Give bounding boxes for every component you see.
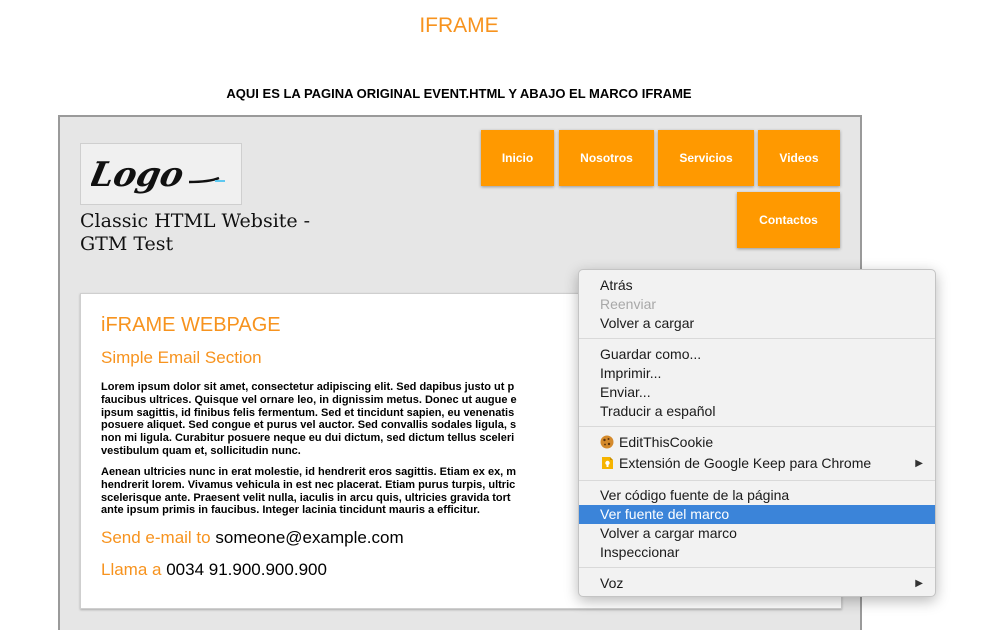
menu-item-print[interactable]: Imprimir...: [579, 364, 935, 383]
context-menu: Atrás Reenviar Volver a cargar Guardar c…: [578, 269, 936, 597]
menu-item-translate[interactable]: Traducir a español: [579, 402, 935, 421]
menu-separator: [579, 480, 935, 481]
card-subtitle: Simple Email Section: [101, 348, 262, 367]
menu-item-reload-frame[interactable]: Volver a cargar marco: [579, 524, 935, 543]
email-line: Send e-mail to someone@example.com: [101, 528, 404, 548]
menu-item-label: EditThisCookie: [619, 434, 714, 450]
menu-item-view-frame-source[interactable]: Ver fuente del marco: [579, 505, 935, 524]
menu-item-label: Voz: [600, 575, 624, 591]
menu-item-back[interactable]: Atrás: [579, 276, 935, 295]
logo-image: Logo: [91, 155, 225, 195]
nav-inicio-button[interactable]: Inicio: [481, 130, 554, 186]
site-title: Classic HTML Website - GTM Test: [80, 210, 311, 255]
phone-line: Llama a 0034 91.900.900.900: [101, 560, 327, 580]
submenu-arrow-icon: ▶: [915, 458, 923, 469]
nav-servicios-button[interactable]: Servicios: [658, 130, 754, 186]
menu-item-inspect[interactable]: Inspeccionar: [579, 543, 935, 562]
menu-item-view-page-source[interactable]: Ver código fuente de la página: [579, 486, 935, 505]
email-link[interactable]: someone@example.com: [215, 528, 403, 547]
phone-label: Llama a: [101, 560, 162, 579]
menu-item-reload[interactable]: Volver a cargar: [579, 314, 935, 333]
logo-text: Logo: [91, 155, 187, 195]
keep-bulb-icon: [600, 456, 614, 470]
card-title: iFRAME WEBPAGE: [101, 314, 281, 336]
nav-videos-button[interactable]: Videos: [758, 130, 840, 186]
email-label: Send e-mail to: [101, 528, 211, 547]
menu-item-google-keep[interactable]: Extensión de Google Keep para Chrome ▶: [579, 454, 935, 473]
cookie-icon: [600, 435, 614, 449]
menu-item-voice[interactable]: Voz ▶: [579, 574, 935, 593]
menu-item-label: Extensión de Google Keep para Chrome: [619, 455, 872, 471]
menu-item-send[interactable]: Enviar...: [579, 383, 935, 402]
menu-item-forward: Reenviar: [600, 296, 657, 312]
page-heading: IFRAME: [419, 14, 499, 37]
menu-item-save-as[interactable]: Guardar como...: [579, 345, 935, 364]
phone-link[interactable]: 0034 91.900.900.900: [166, 560, 327, 579]
menu-item-editthiscookie[interactable]: EditThisCookie: [579, 433, 935, 452]
site-logo[interactable]: Logo: [80, 143, 242, 205]
menu-separator: [579, 426, 935, 427]
nav-contactos-button[interactable]: Contactos: [737, 192, 840, 248]
page-subtitle: AQUI ES LA PAGINA ORIGINAL EVENT.HTML Y …: [226, 86, 692, 101]
menu-separator: [579, 338, 935, 339]
submenu-arrow-icon: ▶: [915, 578, 923, 589]
nav-nosotros-button[interactable]: Nosotros: [559, 130, 654, 186]
menu-separator: [579, 567, 935, 568]
